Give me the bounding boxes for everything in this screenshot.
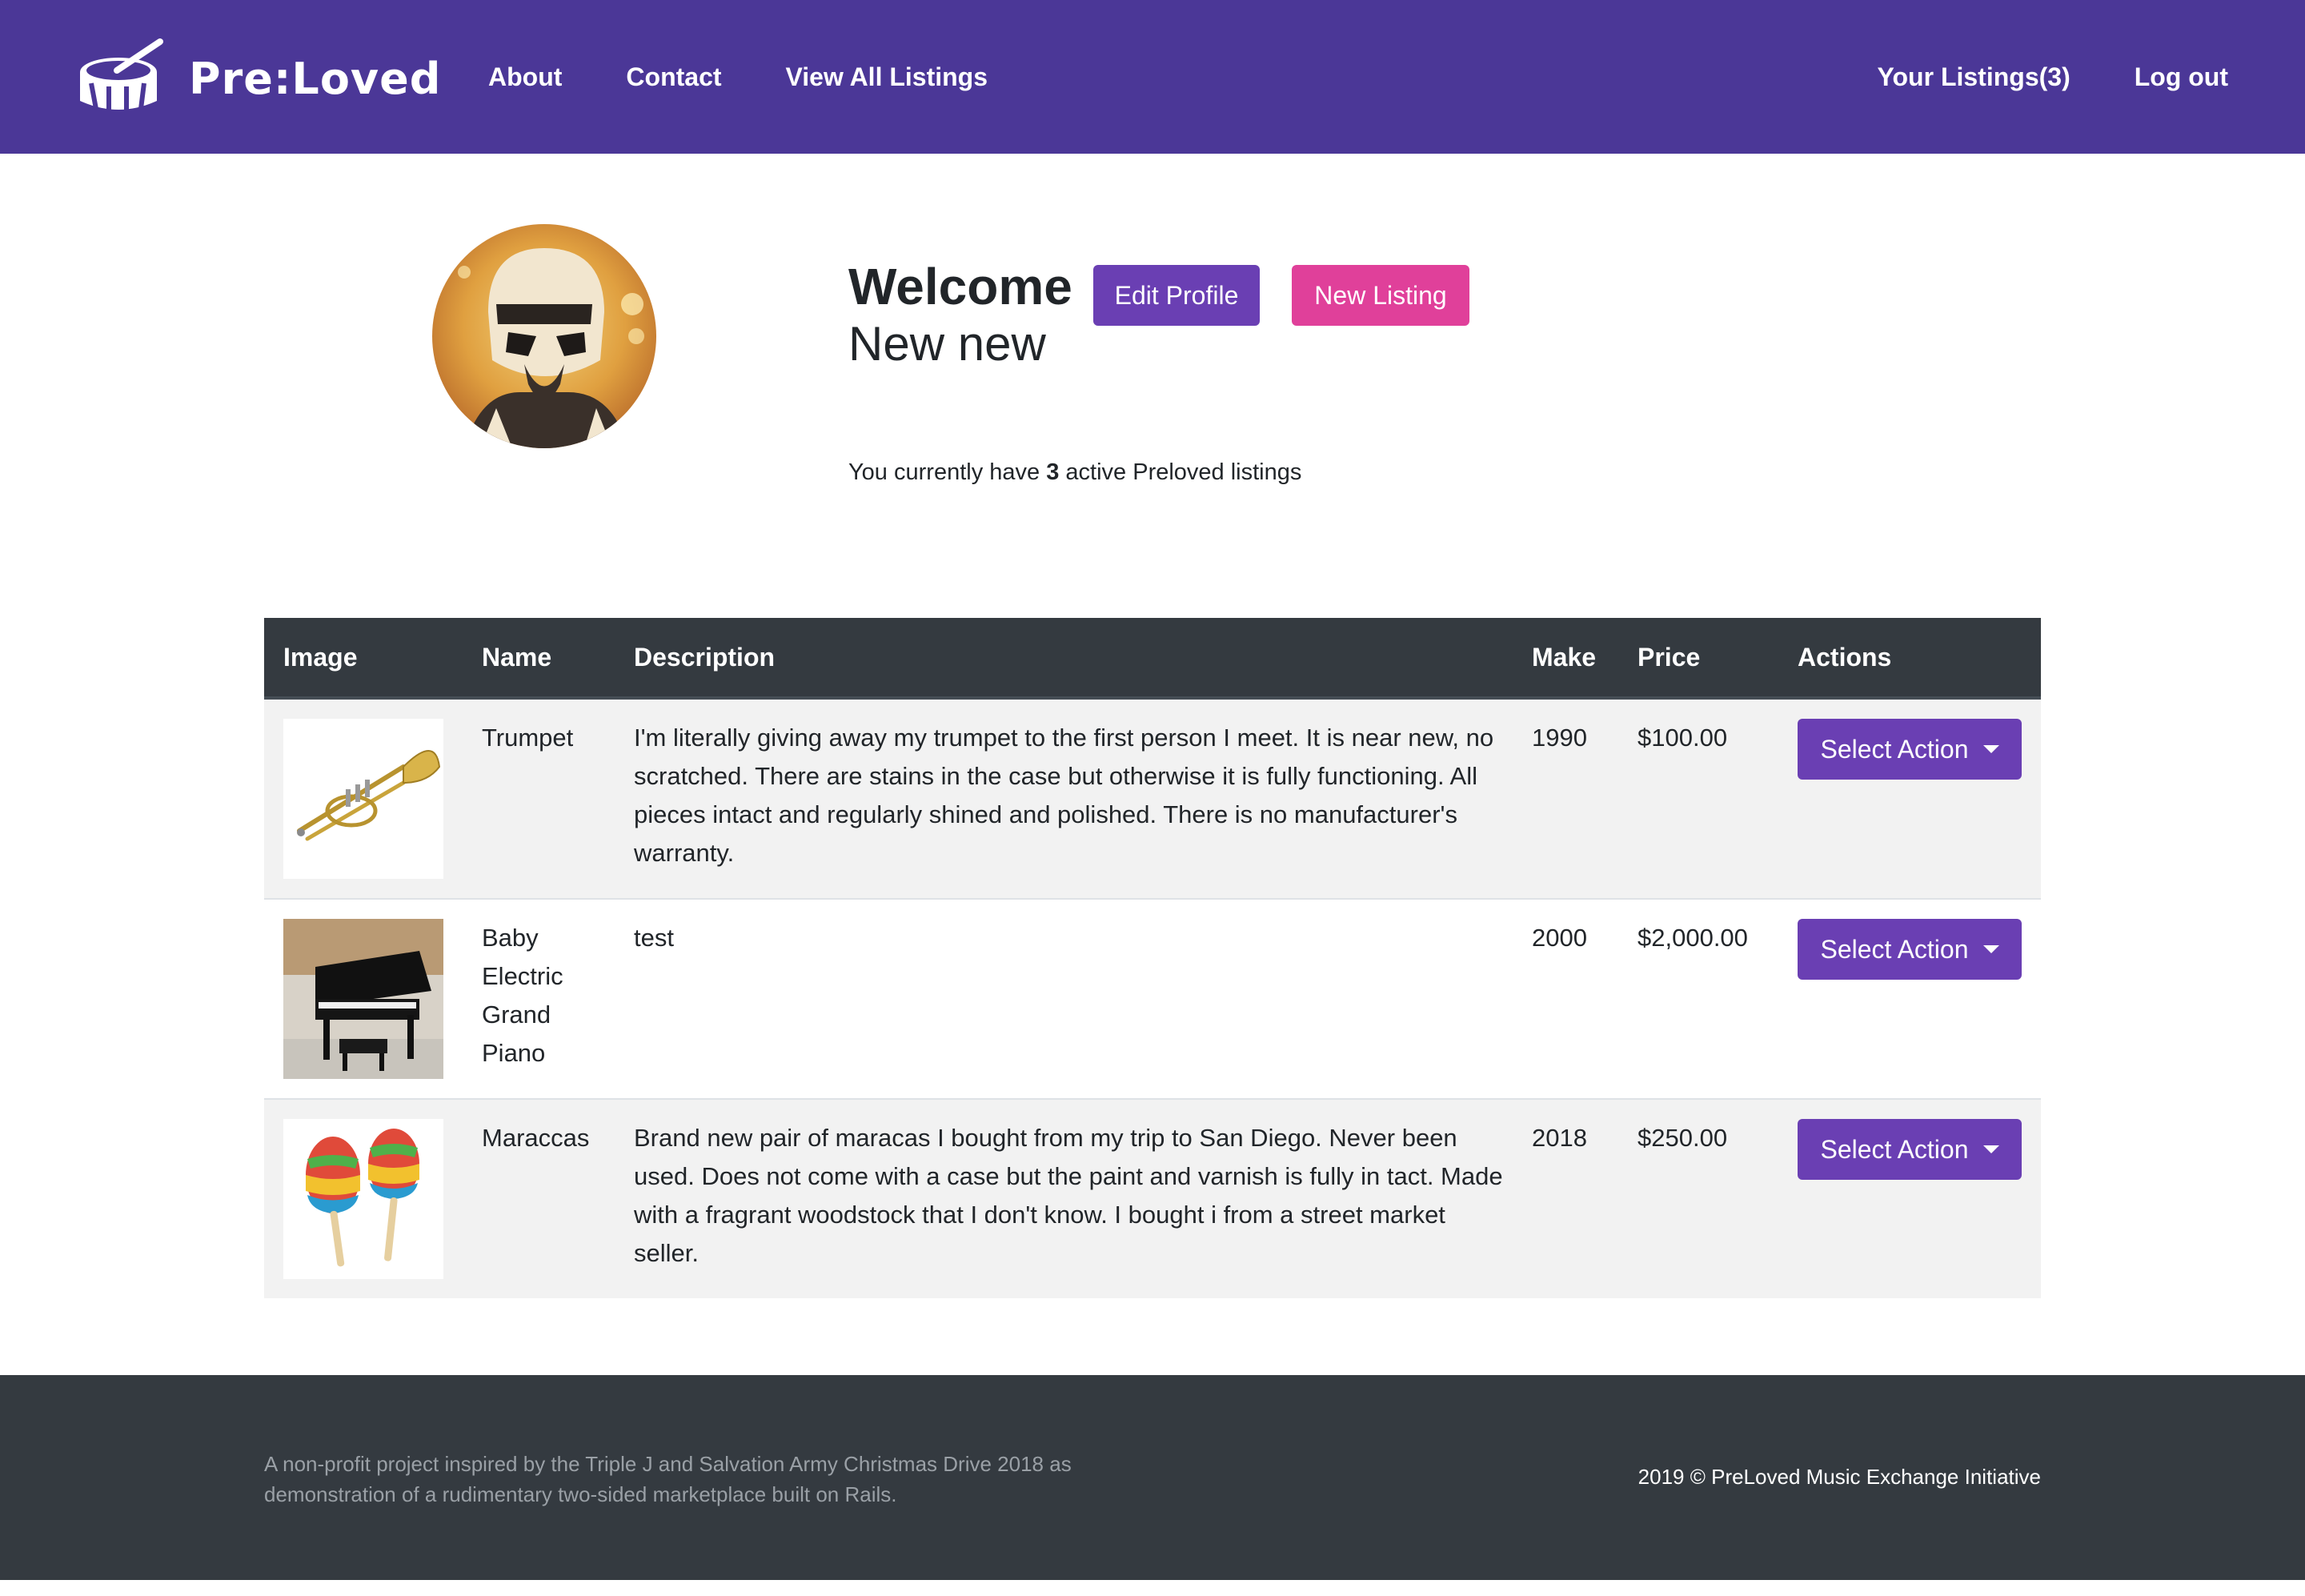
active-suffix: active Preloved listings: [1065, 459, 1302, 485]
table-row: Maraccas Brand new pair of maracas I bou…: [264, 1098, 2041, 1298]
row-price: $250.00: [1618, 1098, 1778, 1298]
row-description: Brand new pair of maracas I bought from …: [615, 1098, 1513, 1298]
avatar: [432, 224, 656, 448]
nav-contact[interactable]: Contact: [626, 62, 721, 92]
trumpet-image: [283, 719, 443, 879]
table-header-row: Image Name Description Make Price Action…: [264, 618, 2041, 700]
select-action-button[interactable]: Select Action: [1798, 1119, 2022, 1180]
nav-right: Your Listings(3) Log out: [1814, 0, 2228, 154]
header-make: Make: [1513, 618, 1618, 700]
row-name: Baby Electric Grand Piano: [463, 898, 615, 1099]
new-listing-button[interactable]: New Listing: [1292, 265, 1469, 326]
nav-log-out[interactable]: Log out: [2135, 62, 2228, 92]
header-description: Description: [615, 618, 1513, 700]
brand[interactable]: Pre:Loved: [77, 38, 441, 118]
nav-view-all-listings[interactable]: View All Listings: [786, 62, 988, 92]
row-make: 2000: [1513, 898, 1618, 1099]
nav-left: About Contact View All Listings: [488, 0, 1052, 154]
row-description: I'm literally giving away my trumpet to …: [615, 697, 1513, 899]
select-action-label: Select Action: [1820, 935, 1969, 964]
piano-image: [283, 919, 443, 1079]
welcome-block: Welcome New new: [848, 255, 1072, 373]
maracas-image: [283, 1119, 443, 1279]
active-count: 3: [1046, 459, 1060, 485]
listings-table: Image Name Description Make Price Action…: [264, 618, 2041, 1298]
row-price: $2,000.00: [1618, 898, 1778, 1099]
select-action-button[interactable]: Select Action: [1798, 919, 2022, 980]
active-listings-text: You currently have 3 active Preloved lis…: [848, 459, 1301, 486]
row-name: Trumpet: [463, 697, 615, 899]
row-description: test: [615, 898, 1513, 1099]
brand-name: Pre:Loved: [189, 53, 442, 104]
caret-down-icon: [1982, 1145, 1999, 1153]
header-actions: Actions: [1778, 618, 2041, 700]
footer: A non-profit project inspired by the Tri…: [0, 1375, 2305, 1580]
nav-about[interactable]: About: [488, 62, 562, 92]
welcome-title: Welcome: [848, 258, 1072, 315]
table-row: Baby Electric Grand Piano test 2000 $2,0…: [264, 898, 2041, 1099]
header-name: Name: [463, 618, 615, 700]
header-image: Image: [264, 618, 463, 700]
select-action-label: Select Action: [1820, 1135, 1969, 1164]
caret-down-icon: [1982, 745, 1999, 753]
caret-down-icon: [1982, 945, 1999, 953]
row-price: $100.00: [1618, 697, 1778, 899]
edit-profile-button[interactable]: Edit Profile: [1093, 265, 1260, 326]
select-action-label: Select Action: [1820, 735, 1969, 764]
active-prefix: You currently have: [848, 459, 1040, 485]
footer-note: A non-profit project inspired by the Tri…: [264, 1452, 1072, 1506]
drum-logo-icon: [80, 38, 163, 114]
navbar: Pre:Loved About Contact View All Listing…: [0, 0, 2305, 154]
row-make: 1990: [1513, 697, 1618, 899]
row-name: Maraccas: [463, 1098, 615, 1298]
profile-name: New new: [848, 317, 1046, 371]
footer-copyright: 2019 © PreLoved Music Exchange Initiativ…: [1638, 1465, 2041, 1489]
row-make: 2018: [1513, 1098, 1618, 1298]
table-row: Trumpet I'm literally giving away my tru…: [264, 697, 2041, 899]
select-action-button[interactable]: Select Action: [1798, 719, 2022, 780]
bottom-strip: [0, 1580, 2305, 1596]
nav-your-listings[interactable]: Your Listings(3): [1878, 62, 2070, 92]
avatar-image: [432, 224, 656, 448]
header-price: Price: [1618, 618, 1778, 700]
